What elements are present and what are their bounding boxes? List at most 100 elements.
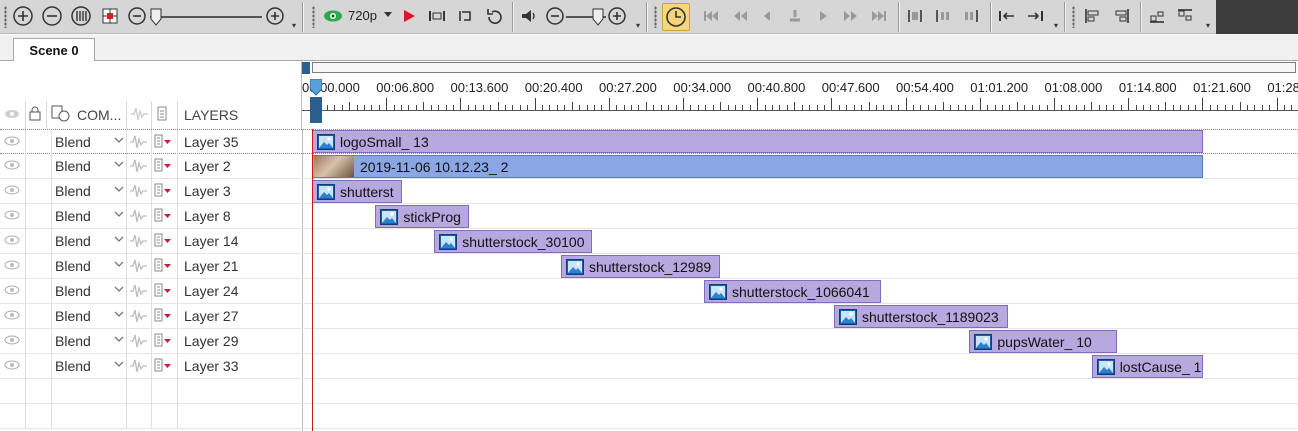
layer-row[interactable]: Blend Layer 24 [0, 279, 1298, 304]
layer-name[interactable]: Layer 24 [184, 283, 238, 299]
lock-column-icon[interactable] [29, 106, 41, 121]
mask-menu-icon[interactable] [154, 208, 172, 223]
chevron-down-icon[interactable] [114, 311, 124, 318]
stop-button[interactable] [784, 5, 806, 27]
align-right-button[interactable] [1110, 5, 1132, 27]
toolbar-grip[interactable] [1072, 6, 1075, 28]
toolbar-grip[interactable] [654, 6, 657, 28]
layer-name[interactable]: Layer 35 [184, 134, 238, 150]
fast-rewind-button[interactable] [729, 5, 751, 27]
audio-wave-icon[interactable] [129, 258, 149, 274]
fit-timeline-button[interactable] [70, 5, 92, 27]
blend-mode-select[interactable]: Blend [55, 283, 91, 299]
visibility-column-icon[interactable] [4, 109, 20, 119]
blend-mode-select[interactable]: Blend [55, 208, 91, 224]
audio-wave-icon[interactable] [129, 233, 149, 249]
range-button[interactable] [426, 5, 448, 27]
timeline-clip[interactable]: logoSmall_ 13 [312, 130, 1204, 153]
timeline-clip[interactable]: shutterst [312, 180, 402, 203]
loop-button[interactable] [455, 5, 477, 27]
mask-menu-icon[interactable] [154, 183, 172, 198]
resolution-select[interactable]: 720p [348, 8, 377, 23]
mask-menu-icon[interactable] [154, 233, 172, 248]
chevron-down-icon[interactable] [114, 161, 124, 168]
layer-name[interactable]: Layer 27 [184, 308, 238, 324]
blend-mode-select[interactable]: Blend [55, 158, 91, 174]
visibility-eye-icon[interactable] [4, 310, 20, 320]
layer-name[interactable]: Layer 14 [184, 233, 238, 249]
visibility-eye-icon[interactable] [4, 335, 20, 345]
chevron-down-icon[interactable] [114, 336, 124, 343]
visibility-eye-icon[interactable] [4, 360, 20, 370]
step-back-button[interactable] [756, 5, 778, 27]
zoom-slider-track[interactable] [150, 16, 262, 18]
scroll-left-handle[interactable] [302, 62, 310, 74]
timeline-ruler[interactable]: 00:00.000 00:06.800 00:13.600 00:20.400 00:2… [302, 61, 1298, 129]
chevron-down-icon[interactable] [114, 236, 124, 243]
layer-row[interactable]: Blend Layer 3 [0, 179, 1298, 204]
audio-wave-icon[interactable] [129, 208, 149, 224]
layer-row[interactable]: Blend Layer 27 [0, 304, 1298, 329]
audio-wave-icon[interactable] [129, 183, 149, 199]
volume-up-button[interactable] [606, 5, 628, 27]
trim-start-button[interactable] [932, 5, 954, 27]
audio-wave-icon[interactable] [129, 358, 149, 374]
blend-mode-select[interactable]: Blend [55, 258, 91, 274]
layer-name[interactable]: Layer 8 [184, 208, 231, 224]
audio-wave-icon[interactable] [129, 308, 149, 324]
preview-visibility-button[interactable] [322, 5, 344, 27]
zoom-in-button[interactable] [12, 5, 34, 27]
mask-menu-icon[interactable] [154, 308, 172, 323]
composite-header[interactable]: COM... [77, 101, 121, 129]
volume-slider-thumb[interactable] [592, 8, 604, 26]
chevron-down-icon[interactable] [114, 186, 124, 193]
distribute-top-button[interactable] [1174, 5, 1196, 27]
chevron-down-icon[interactable] [114, 137, 124, 144]
mask-menu-icon[interactable] [154, 358, 172, 373]
audio-wave-icon[interactable] [129, 158, 149, 174]
layer-row[interactable]: Blend Layer 8 [0, 204, 1298, 229]
timeline-clip[interactable]: shutterstock_1189023 [833, 305, 1008, 328]
blend-mode-select[interactable]: Blend [55, 233, 91, 249]
go-to-start-button[interactable] [700, 5, 722, 27]
blend-mode-select[interactable]: Blend [55, 134, 91, 150]
layer-name[interactable]: Layer 33 [184, 358, 238, 374]
layer-name[interactable]: Layer 21 [184, 258, 238, 274]
mask-menu-icon[interactable] [154, 258, 172, 273]
volume-button[interactable] [518, 5, 540, 27]
go-to-end-button[interactable] [868, 5, 890, 27]
visibility-eye-icon[interactable] [4, 160, 20, 170]
timeline-clip[interactable]: stickProg [375, 205, 470, 228]
timeline-clip[interactable]: 2019-11-06 10.12.23_ 2 [312, 155, 1204, 178]
timeline-clip[interactable]: shutterstock_12989 [560, 255, 721, 278]
toolbar-overflow-2[interactable]: ▾ [636, 22, 640, 30]
mask-menu-icon[interactable] [154, 333, 172, 348]
timeline-scrollbar[interactable] [312, 62, 1296, 73]
timeline-clip[interactable]: pupsWater_ 10 [969, 330, 1117, 353]
chevron-down-icon[interactable] [114, 361, 124, 368]
layer-name[interactable]: Layer 3 [184, 183, 231, 199]
move-to-end-button[interactable] [1024, 5, 1046, 27]
timeline-clip[interactable]: shutterstock_30100 [434, 230, 592, 253]
audio-wave-icon[interactable] [129, 333, 149, 349]
blend-mode-select[interactable]: Blend [55, 358, 91, 374]
chevron-down-icon[interactable] [114, 286, 124, 293]
chevron-down-icon[interactable] [114, 261, 124, 268]
tab-scene-0[interactable]: Scene 0 [13, 38, 95, 61]
align-left-button[interactable] [1082, 5, 1104, 27]
mask-menu-icon[interactable] [154, 158, 172, 173]
time-display-button[interactable] [662, 3, 690, 31]
play-preview-button[interactable] [398, 5, 420, 27]
timeline-clip[interactable]: lostCause_ 1 [1091, 355, 1204, 378]
audio-wave-icon[interactable] [129, 134, 149, 150]
toolbar-overflow-1[interactable]: ▾ [292, 22, 296, 30]
toolbar-overflow-4[interactable]: ▾ [1206, 22, 1210, 30]
audio-wave-icon[interactable] [129, 283, 149, 299]
blend-mode-select[interactable]: Blend [55, 308, 91, 324]
trim-end-button[interactable] [960, 5, 982, 27]
visibility-eye-icon[interactable] [4, 136, 20, 146]
move-to-start-button[interactable] [996, 5, 1018, 27]
visibility-eye-icon[interactable] [4, 210, 20, 220]
blend-mode-select[interactable]: Blend [55, 183, 91, 199]
chevron-down-icon[interactable] [384, 12, 392, 18]
